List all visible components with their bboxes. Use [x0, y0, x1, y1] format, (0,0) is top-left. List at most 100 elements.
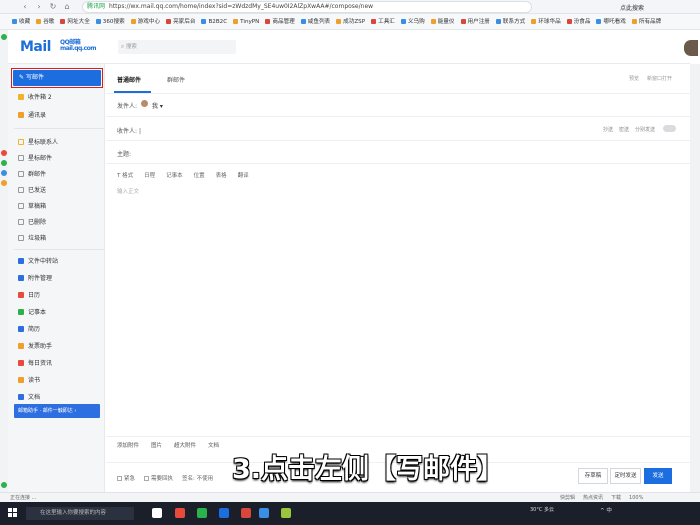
system-tray[interactable]: ^ 中	[600, 506, 612, 514]
sidebar-item-app[interactable]: 附件管理	[18, 272, 102, 285]
status-item[interactable]: 热点资讯	[583, 495, 603, 501]
qq-mail-logo[interactable]: Mail QQ邮箱 mail.qq.com	[20, 39, 97, 55]
sidebar-item-folder[interactable]: 已删除	[18, 216, 102, 229]
task-view-icon[interactable]	[152, 508, 162, 518]
sidebar-item-inbox[interactable]: 收件箱 2	[18, 91, 102, 104]
bookmark-item[interactable]: 环球华品	[531, 14, 560, 29]
checkbox[interactable]	[144, 475, 150, 481]
address-bar[interactable]: 腾讯网 https://wx.mail.qq.com/home/index?sid…	[82, 1, 532, 13]
app-icon[interactable]	[281, 508, 291, 518]
sidebar-item-app[interactable]: 日历	[18, 289, 102, 302]
tab-group-mail[interactable]: 群邮件	[167, 75, 185, 84]
toolbar-button[interactable]: 记事本	[166, 173, 183, 179]
app-icon[interactable]	[1, 160, 7, 166]
app-icon[interactable]	[241, 508, 251, 518]
app-icon[interactable]	[1, 150, 7, 156]
preview-link[interactable]: 预览	[629, 76, 639, 82]
bookmark-item[interactable]: 亮家后台	[166, 14, 195, 29]
bookmark-item[interactable]: 收藏	[12, 14, 30, 29]
checkbox[interactable]	[117, 475, 122, 481]
browser-search-button[interactable]: 点此搜索	[620, 3, 644, 12]
sidebar-item-app[interactable]: 发票助手	[18, 340, 102, 353]
attachment-button[interactable]: 图片	[151, 443, 162, 449]
attachment-button[interactable]: 文档	[208, 443, 219, 449]
forward-icon[interactable]: ›	[34, 2, 44, 12]
avatar[interactable]	[684, 40, 698, 56]
app-icon[interactable]	[1, 180, 7, 186]
bookmark-item[interactable]: 汾食品	[567, 14, 591, 29]
home-icon[interactable]: ⌂	[62, 2, 72, 12]
sidebar-item-folder[interactable]: 草稿箱	[18, 200, 102, 213]
sidebar-item-folder[interactable]: 星标联系人	[18, 136, 102, 149]
bookmark-item[interactable]: 咸鱼列表	[301, 14, 330, 29]
toolbar-button[interactable]: 表格	[216, 173, 227, 179]
new-window-link[interactable]: 新窗口打开	[647, 76, 672, 82]
bookmark-item[interactable]: 谷歌	[36, 14, 54, 29]
status-item[interactable]: 100%	[629, 495, 643, 501]
windows-start-icon[interactable]	[8, 508, 18, 518]
sidebar-item-app[interactable]: 简历	[18, 323, 102, 336]
app-icon[interactable]	[1, 170, 7, 176]
sidebar-item-app[interactable]: 每日资讯	[18, 357, 102, 370]
attachment-button[interactable]: 超大附件	[174, 443, 196, 449]
back-icon[interactable]: ‹	[20, 2, 30, 12]
mail-assistant-banner[interactable]: 邮箱助手 · 邮件一触即达 ›	[14, 404, 100, 418]
sidebar-item-folder[interactable]: 已发送	[18, 184, 102, 197]
group-icon	[18, 170, 24, 177]
taskbar-search-input[interactable]: 在这里输入你要搜索的内容	[26, 507, 134, 520]
toolbar-button[interactable]: 日程	[144, 173, 155, 179]
status-item[interactable]: 下载	[611, 495, 621, 501]
sidebar-item-folder[interactable]: 星标邮件	[18, 152, 102, 165]
toolbar-button[interactable]: T 格式	[117, 173, 133, 179]
bookmark-item[interactable]: 能量仪	[431, 14, 455, 29]
cc-link[interactable]: 抄送	[603, 127, 613, 133]
bookmark-item[interactable]: B2B2C	[201, 14, 227, 29]
toolbar-button[interactable]: 翻译	[238, 173, 249, 179]
separate-send-toggle[interactable]	[663, 125, 676, 132]
app-icon[interactable]	[219, 508, 229, 518]
body-editor[interactable]: 输入正文	[117, 187, 139, 195]
status-item[interactable]: 快剪辑	[560, 495, 575, 501]
bookmark-item[interactable]: 用户注册	[461, 14, 490, 29]
weather-widget[interactable]: 30°C 多云	[530, 506, 554, 513]
bcc-link[interactable]: 密送	[619, 127, 629, 133]
bookmark-item[interactable]: 义乌购	[401, 14, 425, 29]
app-icon[interactable]	[175, 508, 185, 518]
bookmark-item[interactable]: 商品管理	[265, 14, 294, 29]
bookmark-item[interactable]: 游戏中心	[131, 14, 160, 29]
sidebar-item-app[interactable]: 读书	[18, 374, 102, 387]
subject-field[interactable]: 主题:	[117, 149, 131, 158]
send-option[interactable]: 紧急	[117, 475, 135, 482]
sidebar-item-folder[interactable]: 垃圾箱	[18, 232, 102, 245]
toolbar-button[interactable]: 位置	[194, 173, 205, 179]
send-option[interactable]: 签名: 不使用	[182, 476, 213, 482]
bookmark-item[interactable]: 360搜索	[96, 14, 125, 29]
bookmark-item[interactable]: 网址大全	[60, 14, 89, 29]
bookmark-item[interactable]: 所有品牌	[632, 14, 661, 29]
bookmark-item[interactable]: 工具汇	[371, 14, 395, 29]
bookmark-item[interactable]: 联系方式	[496, 14, 525, 29]
mail-search-input[interactable]: ⌕ 搜索	[118, 40, 236, 54]
sender-select[interactable]: 我 ▾	[152, 101, 163, 110]
sidebar-item-app[interactable]: 文件中转站	[18, 255, 102, 268]
app-icon[interactable]	[197, 508, 207, 518]
right-scrollbar[interactable]	[690, 64, 700, 492]
to-field[interactable]: 收件人: |	[117, 126, 141, 135]
save-draft-button[interactable]: 存草稿	[578, 468, 608, 484]
send-option[interactable]: 需要回执	[144, 475, 173, 482]
sidebar-item-app[interactable]: 记事本	[18, 306, 102, 319]
tab-normal-mail[interactable]: 普通邮件	[117, 75, 141, 84]
attachment-button[interactable]: 添加附件	[117, 443, 139, 449]
app-icon[interactable]	[1, 34, 7, 40]
reload-icon[interactable]: ↻	[48, 2, 58, 12]
bookmark-item[interactable]: 哪吒看戏	[596, 14, 625, 29]
app-icon[interactable]	[1, 482, 7, 488]
sidebar-item-folder[interactable]: 群邮件	[18, 168, 102, 181]
sidebar-item-app[interactable]: 文档	[18, 391, 102, 404]
send-button[interactable]: 发送	[644, 468, 672, 484]
app-icon[interactable]	[259, 508, 269, 518]
timed-send-button[interactable]: 定时发送	[610, 468, 641, 484]
bookmark-item[interactable]: TinyPN	[233, 14, 259, 29]
sidebar-item-contacts[interactable]: 通讯录	[18, 109, 102, 122]
bookmark-item[interactable]: 成功ZSP	[336, 14, 365, 29]
